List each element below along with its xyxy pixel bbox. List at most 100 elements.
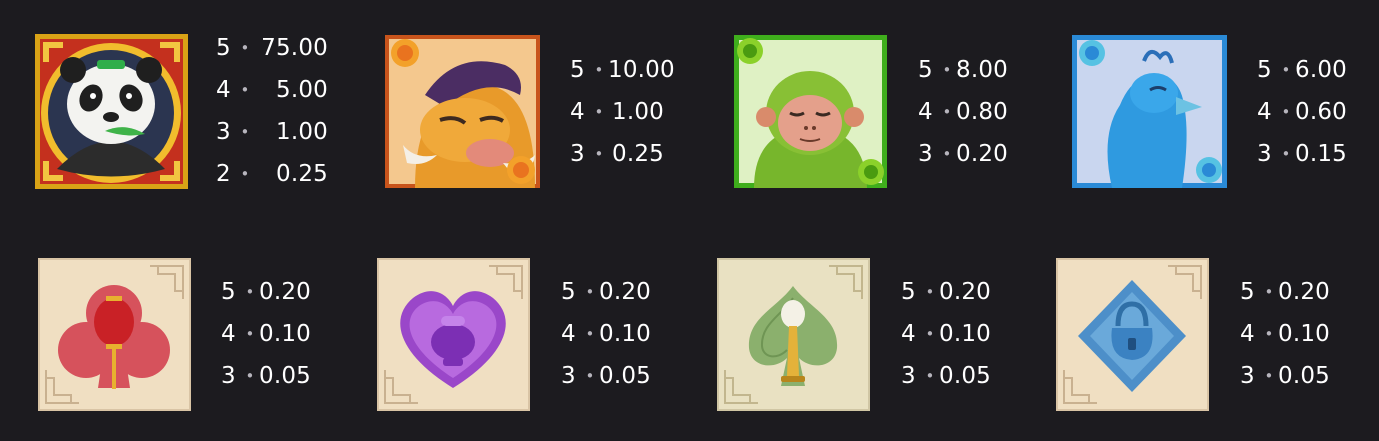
bullet-dot: • <box>925 325 935 343</box>
pay-count: 3 <box>1257 141 1272 167</box>
bullet-dot: • <box>585 325 595 343</box>
diamond-lock-symbol-icon <box>1056 258 1209 411</box>
bullet-dot: • <box>1264 325 1274 343</box>
pay-count: 5 <box>901 279 916 305</box>
pay-value: 5.00 <box>275 77 328 103</box>
pay-value: 0.10 <box>259 321 312 347</box>
pay-value: 1.00 <box>275 119 328 145</box>
pay-row: 3 • 0.05 <box>221 355 311 397</box>
pay-row: 4 • 0.10 <box>1240 313 1330 355</box>
pay-count: 3 <box>918 141 933 167</box>
bullet-dot: • <box>245 367 255 385</box>
pay-count: 3 <box>216 119 231 145</box>
pay-value: 0.05 <box>599 363 652 389</box>
pay-value: 10.00 <box>608 57 675 83</box>
pay-row: 5 • 0.20 <box>221 271 311 313</box>
peacock-symbol-icon <box>1072 35 1227 188</box>
pay-value: 0.25 <box>275 161 328 187</box>
pay-row: 3 • 0.20 <box>918 133 1008 175</box>
pay-row: 3 • 0.15 <box>1257 133 1347 175</box>
pay-value: 0.80 <box>956 99 1009 125</box>
club-lantern-symbol-icon <box>38 258 191 411</box>
bullet-dot: • <box>585 283 595 301</box>
pay-value: 6.00 <box>1295 57 1348 83</box>
panda-pay-table: 5 • 75.00 4 • 5.00 3 • 1.00 2 • 0.25 <box>216 27 328 195</box>
pay-count: 4 <box>901 321 916 347</box>
bullet-dot: • <box>585 367 595 385</box>
pay-count: 4 <box>1257 99 1272 125</box>
club-pay-table: 5 • 0.20 4 • 0.10 3 • 0.05 <box>221 271 311 397</box>
pay-value: 0.05 <box>1278 363 1331 389</box>
bullet-dot: • <box>240 81 250 99</box>
pay-value: 0.10 <box>939 321 992 347</box>
bullet-dot: • <box>594 61 604 79</box>
spade-lotus-symbol-icon <box>717 258 870 411</box>
pay-value: 0.60 <box>1295 99 1348 125</box>
pay-value: 0.15 <box>1295 141 1348 167</box>
pay-value: 0.20 <box>1278 279 1331 305</box>
pay-value: 0.25 <box>611 141 664 167</box>
pay-row: 3 • 1.00 <box>216 111 328 153</box>
pay-row: 4 • 0.10 <box>221 313 311 355</box>
pay-value: 0.20 <box>939 279 992 305</box>
pay-count: 3 <box>570 141 585 167</box>
pay-count: 5 <box>1257 57 1272 83</box>
bullet-dot: • <box>1264 283 1274 301</box>
pay-value: 0.05 <box>939 363 992 389</box>
pay-row: 4 • 5.00 <box>216 69 328 111</box>
pay-value: 1.00 <box>611 99 664 125</box>
bullet-dot: • <box>1281 61 1291 79</box>
pay-value: 0.10 <box>599 321 652 347</box>
pay-row: 5 • 75.00 <box>216 27 328 69</box>
pay-row: 5 • 10.00 <box>570 49 675 91</box>
pay-count: 4 <box>918 99 933 125</box>
bullet-dot: • <box>240 39 250 57</box>
bullet-dot: • <box>1264 367 1274 385</box>
pay-count: 2 <box>216 161 231 187</box>
bullet-dot: • <box>1281 103 1291 121</box>
bullet-dot: • <box>594 145 604 163</box>
pay-row: 3 • 0.25 <box>570 133 664 175</box>
pay-count: 3 <box>1240 363 1255 389</box>
boar-symbol-icon <box>385 35 540 188</box>
pay-value: 0.20 <box>259 279 312 305</box>
monkey-symbol-icon <box>734 35 887 188</box>
bullet-dot: • <box>1281 145 1291 163</box>
pay-count: 3 <box>561 363 576 389</box>
bullet-dot: • <box>240 165 250 183</box>
pay-count: 5 <box>570 57 585 83</box>
pay-count: 4 <box>570 99 585 125</box>
pay-count: 4 <box>1240 321 1255 347</box>
pay-row: 4 • 0.10 <box>901 313 991 355</box>
heart-jar-symbol-icon <box>377 258 530 411</box>
pay-row: 4 • 0.10 <box>561 313 651 355</box>
pay-row: 4 • 1.00 <box>570 91 664 133</box>
pay-row: 3 • 0.05 <box>561 355 651 397</box>
monkey-pay-table: 5 • 8.00 4 • 0.80 3 • 0.20 <box>918 49 1008 175</box>
heart-pay-table: 5 • 0.20 4 • 0.10 3 • 0.05 <box>561 271 651 397</box>
pay-row: 5 • 0.20 <box>561 271 651 313</box>
pay-count: 4 <box>221 321 236 347</box>
bullet-dot: • <box>942 145 952 163</box>
pay-count: 4 <box>216 77 231 103</box>
pay-row: 4 • 0.60 <box>1257 91 1347 133</box>
pay-value: 0.10 <box>1278 321 1331 347</box>
pay-count: 5 <box>918 57 933 83</box>
pay-row: 5 • 8.00 <box>918 49 1008 91</box>
pay-count: 5 <box>216 35 231 61</box>
pay-value: 8.00 <box>956 57 1009 83</box>
spade-pay-table: 5 • 0.20 4 • 0.10 3 • 0.05 <box>901 271 991 397</box>
bullet-dot: • <box>925 283 935 301</box>
pay-row: 5 • 0.20 <box>901 271 991 313</box>
bullet-dot: • <box>245 283 255 301</box>
boar-pay-table: 5 • 10.00 4 • 1.00 3 • 0.25 <box>570 49 675 175</box>
pay-count: 5 <box>221 279 236 305</box>
bullet-dot: • <box>245 325 255 343</box>
pay-row: 2 • 0.25 <box>216 153 328 195</box>
pay-value: 75.00 <box>261 35 328 61</box>
bullet-dot: • <box>942 61 952 79</box>
diamond-pay-table: 5 • 0.20 4 • 0.10 3 • 0.05 <box>1240 271 1330 397</box>
pay-count: 4 <box>561 321 576 347</box>
bullet-dot: • <box>942 103 952 121</box>
bullet-dot: • <box>240 123 250 141</box>
